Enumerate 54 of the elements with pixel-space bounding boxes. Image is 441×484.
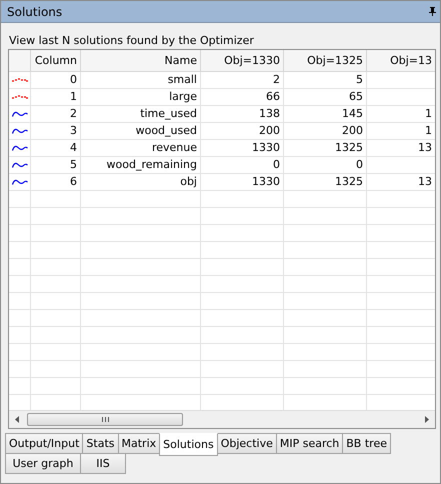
column-header: Obj=13 — [367, 50, 435, 72]
pin-icon[interactable] — [429, 7, 436, 16]
tab[interactable]: MIP search — [276, 433, 344, 454]
table-cell: 200 — [201, 123, 284, 140]
table-cell: 1 — [31, 89, 81, 106]
window-title: Solutions — [7, 4, 62, 18]
table-cell: small — [81, 72, 201, 89]
table-cell: 6 — [31, 174, 81, 191]
table-cell: 145 — [284, 106, 367, 123]
table-cell: 5 — [284, 72, 367, 89]
table-cell: 3 — [31, 123, 81, 140]
column-header: Name — [81, 50, 201, 72]
tab[interactable]: Objective — [216, 433, 277, 454]
table-cell: revenue — [81, 140, 201, 157]
table-cell: 2 — [31, 106, 81, 123]
table-cell: 0 — [201, 157, 284, 174]
tab[interactable]: Solutions — [159, 433, 218, 456]
tab[interactable]: IIS — [80, 453, 126, 474]
column-header: Obj=1330 — [201, 50, 284, 72]
scroll-left-icon[interactable] — [15, 416, 19, 423]
table-cell: 1 — [367, 123, 435, 140]
column-header: Obj=1325 — [284, 50, 367, 72]
table-cell: 65 — [284, 89, 367, 106]
table-cell: 0 — [284, 157, 367, 174]
table-cell: 200 — [284, 123, 367, 140]
table-cell: wood_used — [81, 123, 201, 140]
table-cell: 138 — [201, 106, 284, 123]
tab[interactable]: Stats — [82, 433, 118, 454]
scroll-right-icon[interactable] — [425, 416, 429, 423]
scrollbar-thumb[interactable] — [27, 413, 183, 426]
table-cell: 1330 — [201, 140, 284, 157]
table-cell: 1325 — [284, 140, 367, 157]
grip-icon — [102, 417, 108, 422]
table-cell: obj — [81, 174, 201, 191]
table-cell: large — [81, 89, 201, 106]
column-header: Column — [31, 50, 81, 72]
table-cell: wood_remaining — [81, 157, 201, 174]
horizontal-scrollbar[interactable] — [9, 410, 435, 428]
table-cell: 1 — [367, 106, 435, 123]
table-cell: 13 — [367, 140, 435, 157]
table-cell: time_used — [81, 106, 201, 123]
table-cell: 1330 — [201, 174, 284, 191]
caption-text: View last N solutions found by the Optimizer — [8, 33, 255, 49]
tab[interactable]: BB tree — [342, 433, 391, 454]
table-cell: 1325 — [284, 174, 367, 191]
table-cell: 5 — [31, 157, 81, 174]
tab[interactable]: Output/Input — [5, 433, 84, 454]
tab[interactable]: Matrix — [118, 433, 160, 454]
table-cell: 66 — [201, 89, 284, 106]
tab[interactable]: User graph — [5, 453, 81, 474]
table-cell: 4 — [31, 140, 81, 157]
table-cell: 13 — [367, 174, 435, 191]
table-cell: 0 — [31, 72, 81, 89]
table-cell: 2 — [201, 72, 284, 89]
